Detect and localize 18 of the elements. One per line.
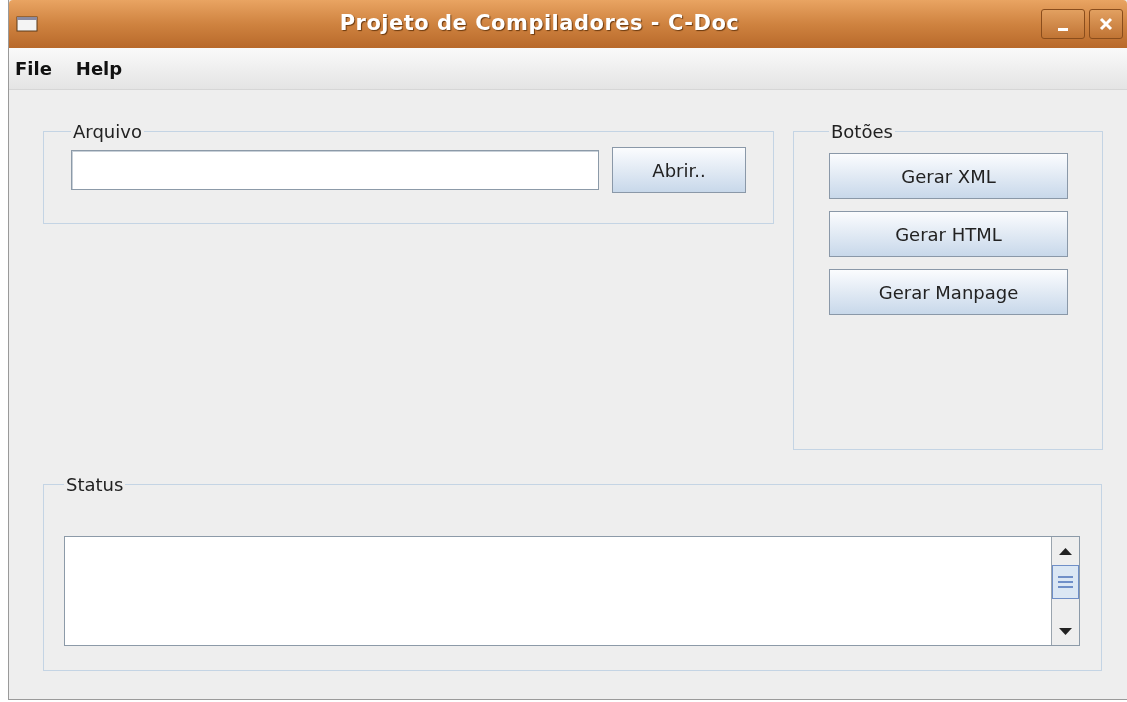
group-title: Botões <box>830 120 894 144</box>
minimize-button[interactable] <box>1041 9 1085 39</box>
menu-item[interactable]: Help <box>75 55 123 82</box>
window-title: Projeto de Compiladores - C-Doc <box>339 10 740 38</box>
open-button[interactable]: Abrir.. <box>612 147 746 193</box>
action-button[interactable]: Gerar Manpage <box>829 269 1068 315</box>
scroll-thumb-icon[interactable] <box>1052 565 1079 599</box>
file-path-field[interactable] <box>71 150 599 190</box>
action-button[interactable]: Gerar XML <box>829 153 1068 199</box>
minimize-icon <box>1058 27 1068 31</box>
group-title: Arquivo <box>72 120 143 144</box>
action-button[interactable]: Gerar HTML <box>829 211 1068 257</box>
menu-item[interactable]: File <box>15 55 52 82</box>
close-icon <box>1099 17 1113 31</box>
scrollbar[interactable] <box>1051 537 1079 645</box>
group-title: Status <box>65 473 125 497</box>
close-button[interactable] <box>1089 9 1123 39</box>
window-icon <box>16 16 38 32</box>
